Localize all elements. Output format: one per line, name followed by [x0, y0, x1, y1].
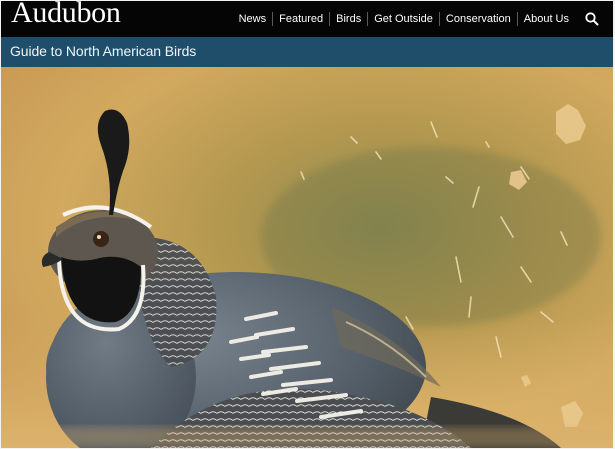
guide-header-bar: Guide to North American Birds [1, 37, 613, 67]
nav-item-conservation[interactable]: Conservation [438, 12, 517, 26]
nav-item-about-us[interactable]: About Us [516, 12, 575, 26]
nav-item-featured[interactable]: Featured [272, 12, 329, 26]
main-nav: News Featured Birds Get Outside Conserva… [233, 1, 575, 37]
top-navigation-bar: Audubon News Featured Birds Get Outside … [1, 1, 613, 37]
guide-title[interactable]: Guide to North American Birds [10, 43, 196, 59]
page-frame: Audubon News Featured Birds Get Outside … [1, 1, 613, 448]
nav-item-news[interactable]: News [233, 12, 273, 26]
nav-item-get-outside[interactable]: Get Outside [367, 12, 439, 26]
nav-item-birds[interactable]: Birds [329, 12, 367, 26]
search-button[interactable] [583, 10, 601, 28]
search-icon [585, 12, 599, 26]
audubon-logo[interactable]: Audubon [11, 1, 121, 31]
california-quail-photo [1, 67, 613, 448]
hero-image [1, 67, 613, 448]
